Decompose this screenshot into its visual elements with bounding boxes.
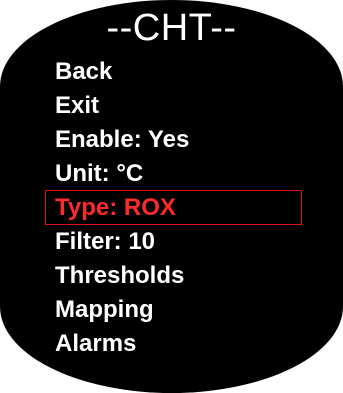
menu-item-type[interactable]: Type: ROX: [55, 193, 189, 227]
menu-item-exit[interactable]: Exit: [55, 91, 189, 125]
settings-menu: Back Exit Enable: Yes Unit: °C Type: ROX…: [55, 57, 189, 363]
menu-item-enable[interactable]: Enable: Yes: [55, 125, 189, 159]
device-screen: --CHT-- Back Exit Enable: Yes Unit: °C T…: [0, 0, 343, 393]
menu-item-unit[interactable]: Unit: °C: [55, 159, 189, 193]
menu-item-mapping[interactable]: Mapping: [55, 295, 189, 329]
menu-item-thresholds[interactable]: Thresholds: [55, 261, 189, 295]
screen-title: --CHT--: [106, 7, 237, 49]
menu-item-filter[interactable]: Filter: 10: [55, 227, 189, 261]
menu-item-back[interactable]: Back: [55, 57, 189, 91]
menu-item-alarms[interactable]: Alarms: [55, 329, 189, 363]
